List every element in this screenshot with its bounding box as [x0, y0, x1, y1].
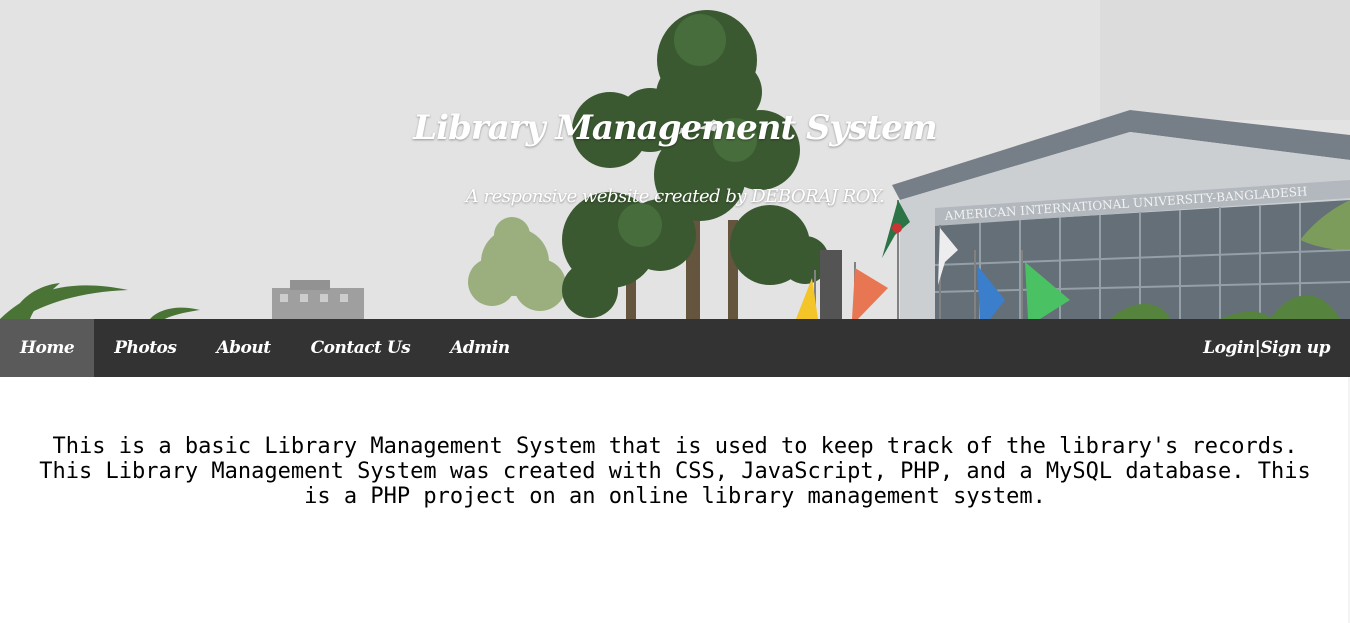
nav-item-photos[interactable]: Photos: [94, 319, 196, 377]
site-subtitle: A responsive website created by DEBORAJ …: [465, 186, 885, 207]
site-title: Library Management System: [413, 108, 938, 148]
intro-paragraph: This is a basic Library Management Syste…: [52, 434, 1298, 459]
nav-item-contact-us[interactable]: Contact Us: [291, 319, 431, 377]
hero-background-image: AMERICAN INTERNATIONAL UNIVERSITY-BANGLA…: [0, 0, 1350, 319]
page: AMERICAN INTERNATIONAL UNIVERSITY-BANGLA…: [0, 0, 1350, 623]
nav-auth: Login|Sign up: [1183, 319, 1350, 377]
nav-links: Home Photos About Contact Us Admin: [0, 319, 530, 377]
nav-item-about[interactable]: About: [196, 319, 290, 377]
main-navbar: Home Photos About Contact Us Admin Login…: [0, 319, 1350, 377]
nav-item-home[interactable]: Home: [0, 319, 95, 377]
login-signup-link[interactable]: Login|Sign up: [1183, 319, 1350, 377]
tech-paragraph: This Library Management System was creat…: [39, 459, 1311, 509]
nav-item-admin[interactable]: Admin: [430, 319, 529, 377]
main-content: This is a basic Library Management Syste…: [20, 434, 1330, 509]
hero-header: AMERICAN INTERNATIONAL UNIVERSITY-BANGLA…: [0, 0, 1350, 319]
